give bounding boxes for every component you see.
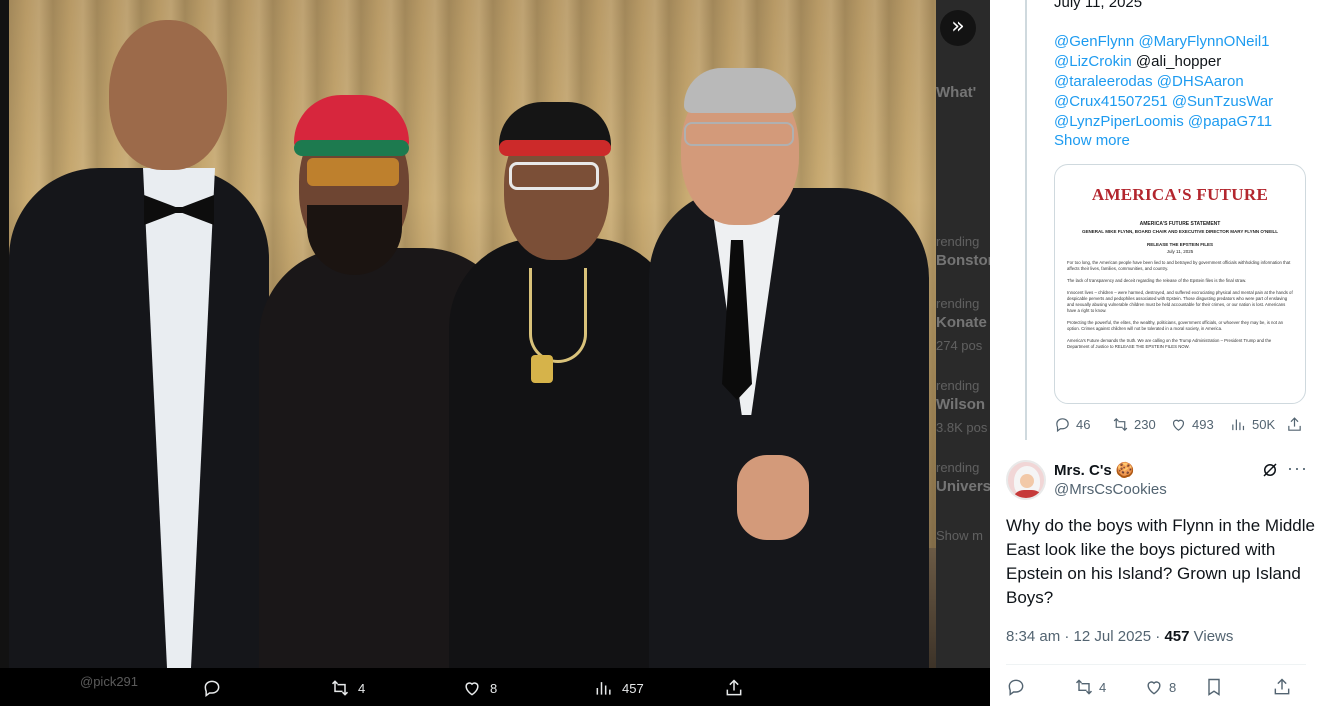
tweet-panel: July 11, 2025 @GenFlynn @MaryFlynnONeil1… bbox=[990, 0, 1332, 706]
ghost-trend-3-count: 3.8K pos bbox=[936, 420, 988, 435]
card-title: RELEASE THE EPSTEIN FILES bbox=[1146, 242, 1213, 247]
share-button[interactable] bbox=[1286, 416, 1303, 433]
views-icon bbox=[1232, 419, 1245, 431]
card-paragraph: Innocent lives – children – were harmed,… bbox=[1067, 290, 1293, 313]
viewer-views-count: 457 bbox=[622, 680, 644, 696]
ghost-trend-2-label: rending bbox=[936, 296, 980, 311]
mention-link[interactable]: @DHSAaron bbox=[1157, 73, 1244, 90]
more-icon[interactable]: ··· bbox=[1287, 459, 1307, 479]
reply-actions: 4 8 bbox=[1006, 677, 1306, 701]
viewer-like-count: 8 bbox=[490, 680, 498, 696]
reply-views-label: Views bbox=[1189, 628, 1234, 645]
divider bbox=[1006, 664, 1306, 665]
like-button[interactable]: 493 bbox=[1170, 416, 1214, 433]
reply-author-handle[interactable]: @MrsCsCookies bbox=[1054, 481, 1167, 498]
viewer-reply-button[interactable] bbox=[202, 678, 222, 698]
reply-button[interactable]: 46 bbox=[1054, 416, 1090, 433]
ghost-trend-3-title: Wilson bbox=[936, 396, 986, 413]
retweet-icon bbox=[1113, 417, 1128, 432]
chevrons-right-icon[interactable]: » bbox=[940, 10, 976, 46]
ghost-show-more: Show m bbox=[936, 528, 983, 543]
card-paragraph: America's Future demands the truth. We a… bbox=[1067, 338, 1272, 349]
mention-text: @ali_hopper bbox=[1135, 53, 1222, 70]
grok-icon[interactable] bbox=[1261, 461, 1279, 479]
card-heading: AMERICA'S FUTURE STATEMENT bbox=[1139, 221, 1221, 227]
reply-views-number: 457 bbox=[1164, 628, 1190, 645]
reply-timestamp: 8:34 am · 12 Jul 2025 · 457 Views bbox=[1006, 628, 1233, 645]
card-date: July 11, 2025 bbox=[1166, 249, 1194, 254]
viewer-action-bar: @pick291 4 8 457 bbox=[0, 668, 990, 706]
mention-link[interactable]: @SunTzusWar bbox=[1172, 93, 1273, 110]
share-icon bbox=[1274, 678, 1290, 695]
heart-icon bbox=[465, 682, 479, 696]
reply-button[interactable] bbox=[1006, 677, 1026, 697]
viewer-like-button[interactable]: 8 bbox=[462, 678, 497, 698]
mention-link[interactable]: @MaryFlynnONeil1 bbox=[1138, 33, 1269, 50]
retweet-icon bbox=[331, 680, 349, 696]
views-count: 50K bbox=[1252, 417, 1276, 432]
share-icon bbox=[726, 679, 742, 696]
reply-icon bbox=[1056, 418, 1069, 433]
viewer-retweet-count: 4 bbox=[358, 680, 366, 696]
views-button[interactable]: 50K bbox=[1230, 416, 1275, 433]
retweet-button[interactable]: 230 bbox=[1112, 416, 1156, 433]
tweet-photo[interactable] bbox=[9, 0, 936, 668]
statement-image-card[interactable]: AMERICA'S FUTURE AMERICA'S FUTURE STATEM… bbox=[1054, 164, 1306, 404]
reply-icon bbox=[1008, 679, 1024, 696]
card-paragraph: Protecting the powerful, the elites, the… bbox=[1067, 320, 1283, 331]
ghost-trend-3-label: rending bbox=[936, 378, 980, 393]
card-subheading: GENERAL MIKE FLYNN, BOARD CHAIR AND EXEC… bbox=[1082, 229, 1278, 234]
retweet-icon bbox=[1075, 679, 1093, 695]
reply-icon bbox=[204, 680, 220, 697]
mention-link[interactable]: @taraleerodas bbox=[1054, 73, 1153, 90]
views-icon bbox=[596, 682, 611, 695]
parent-tweet-mentions: @GenFlynn @MaryFlynnONeil1 @LizCrokin @a… bbox=[1054, 32, 1304, 132]
retweet-count: 4 bbox=[1099, 679, 1107, 695]
retweet-button[interactable]: 4 bbox=[1074, 677, 1106, 697]
ghost-trend-2-title: Konate bbox=[936, 314, 987, 331]
media-viewer: What' rending Bonston rending Konate 274… bbox=[0, 0, 990, 706]
like-count: 8 bbox=[1169, 679, 1177, 695]
ghost-trend-1-label: rending bbox=[936, 234, 980, 249]
card-paragraph: For too long, the American people have b… bbox=[1067, 260, 1291, 271]
bookmark-icon bbox=[1208, 678, 1220, 696]
card-paragraph: The lack of transparency and deceit rega… bbox=[1067, 278, 1247, 283]
mention-link[interactable]: @Crux41507251 bbox=[1054, 93, 1168, 110]
viewer-views-button[interactable]: 457 bbox=[594, 678, 644, 698]
ghost-whats-happening: What' bbox=[936, 84, 977, 101]
viewer-retweet-button[interactable]: 4 bbox=[330, 678, 365, 698]
viewer-share-button[interactable] bbox=[724, 678, 744, 698]
parent-tweet-date: July 11, 2025 bbox=[1054, 0, 1143, 11]
card-logo: AMERICA'S FUTURE bbox=[1091, 185, 1269, 204]
reply-count: 46 bbox=[1076, 417, 1091, 432]
mention-link[interactable]: @LizCrokin bbox=[1054, 53, 1132, 70]
ghost-trend-4-title: Univers bbox=[936, 478, 990, 495]
avatar[interactable] bbox=[1006, 460, 1046, 500]
like-count: 493 bbox=[1192, 417, 1214, 432]
reply-text: Why do the boys with Flynn in the Middle… bbox=[1006, 516, 1315, 607]
parent-tweet-actions: 46 230 493 50K bbox=[1054, 416, 1304, 438]
ghost-trend-1-title: Bonston bbox=[936, 252, 990, 269]
show-more-link[interactable]: Show more bbox=[1054, 132, 1130, 149]
reply-time[interactable]: 8:34 am · 12 Jul 2025 · bbox=[1006, 628, 1164, 645]
heart-icon bbox=[1147, 681, 1161, 695]
mention-link[interactable]: @LynzPiperLoomis bbox=[1054, 113, 1184, 130]
thread-line bbox=[1025, 0, 1027, 440]
mention-link[interactable]: @GenFlynn bbox=[1054, 33, 1134, 50]
bookmark-button[interactable] bbox=[1204, 677, 1224, 697]
ghost-trend-4-label: rending bbox=[936, 460, 980, 475]
background-timeline: What' rending Bonston rending Konate 274… bbox=[936, 0, 990, 706]
ghost-handle: @pick291 bbox=[80, 674, 139, 689]
share-button[interactable] bbox=[1272, 677, 1292, 697]
like-button[interactable]: 8 bbox=[1144, 677, 1176, 697]
mention-link[interactable]: @papaG711 bbox=[1188, 113, 1272, 130]
share-icon bbox=[1288, 417, 1301, 431]
reply-author-name[interactable]: Mrs. C's 🍪 bbox=[1054, 461, 1135, 479]
heart-icon bbox=[1172, 419, 1185, 431]
retweet-count: 230 bbox=[1134, 417, 1156, 432]
ghost-trend-2-count: 274 pos bbox=[936, 338, 983, 353]
